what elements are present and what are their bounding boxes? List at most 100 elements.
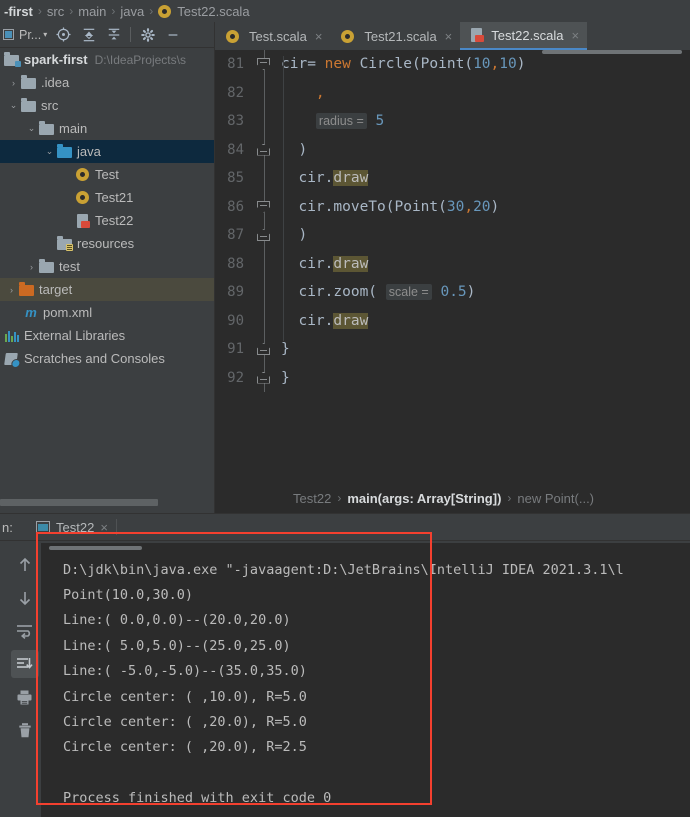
fold-gutter[interactable] (253, 363, 275, 392)
code-token: Circle(Point( (359, 56, 474, 73)
tree-row-test-folder[interactable]: › test (0, 255, 214, 278)
fold-expand-icon[interactable] (257, 229, 270, 241)
fold-collapse-icon[interactable] (257, 58, 270, 70)
code-text: cir.zoom( scale = 0.5) (275, 284, 476, 313)
breadcrumb-expression[interactable]: new Point(...) (517, 491, 594, 506)
fold-expand-icon[interactable] (257, 371, 270, 384)
fold-gutter[interactable] (253, 249, 275, 278)
tree-label: pom.xml (43, 305, 93, 320)
code-line: 86 cir.moveTo(Point(30,20) (215, 192, 690, 228)
fold-gutter[interactable] (253, 278, 275, 307)
run-tab-test22[interactable]: Test22 × (30, 514, 114, 541)
tree-row-external-libraries[interactable]: External Libraries (0, 324, 214, 347)
code-text: } (275, 341, 290, 357)
scratches-icon (4, 351, 20, 367)
fold-collapse-icon[interactable] (257, 200, 270, 213)
project-view-icon (3, 29, 14, 40)
project-horizontal-scrollbar[interactable] (0, 498, 215, 507)
chevron-down-icon[interactable]: ⌄ (6, 100, 21, 111)
chevron-down-icon[interactable]: ⌄ (24, 123, 39, 134)
tree-row-target[interactable]: › target (0, 278, 214, 301)
line-number: 83 (227, 113, 244, 130)
intellij-idea-window: -first › src › main › java › Test22.scal… (0, 0, 690, 817)
tree-row-spark-first[interactable]: spark-first D:\IdeaProjects\s (0, 48, 214, 71)
breadcrumb-segment-project[interactable]: -first (2, 4, 35, 19)
line-number: 86 (227, 198, 244, 215)
hide-panel-icon[interactable] (160, 23, 185, 47)
editor-tab-test-scala[interactable]: Test.scala × (215, 22, 330, 50)
tree-row-pom-xml[interactable]: m pom.xml (0, 301, 214, 324)
project-view-selector[interactable]: Pr... ▾ (3, 28, 47, 42)
clear-all-trash-icon[interactable] (11, 716, 39, 744)
top-breadcrumb-bar: -first › src › main › java › Test22.scal… (0, 0, 690, 22)
fold-gutter[interactable] (253, 335, 275, 364)
print-icon[interactable] (11, 683, 39, 711)
tree-row-scratches-and-consoles[interactable]: Scratches and Consoles (0, 347, 214, 370)
fold-gutter[interactable] (253, 164, 275, 193)
breadcrumb-method[interactable]: main(args: Array[String]) (347, 491, 501, 506)
close-icon[interactable]: × (445, 29, 453, 44)
console-toolbar (8, 546, 41, 813)
fold-gutter[interactable] (253, 50, 275, 79)
fold-gutter[interactable] (253, 107, 275, 136)
fold-gutter[interactable] (253, 78, 275, 107)
tree-row-idea[interactable]: › .idea (0, 71, 214, 94)
tree-row-test-file[interactable]: Test (0, 163, 214, 186)
editor-horizontal-scrollbar[interactable] (542, 50, 682, 54)
code-editor[interactable]: 81 cir= new Circle(Point(10,10) 82 , 83 rad… (215, 50, 690, 483)
breadcrumb-segment-file[interactable]: Test22.scala (175, 4, 251, 19)
fold-gutter[interactable] (253, 192, 275, 221)
tree-row-test22-file[interactable]: Test22 (0, 209, 214, 232)
console-horizontal-scrollbar[interactable] (49, 546, 142, 550)
code-token: ) (466, 284, 476, 301)
fold-expand-icon[interactable] (257, 343, 270, 355)
chevron-right-icon[interactable]: › (24, 262, 39, 272)
code-token: cir= (281, 56, 325, 73)
close-icon[interactable]: × (315, 29, 323, 44)
expand-all-icon[interactable] (76, 23, 101, 47)
project-tree[interactable]: spark-first D:\IdeaProjects\s › .idea ⌄ … (0, 48, 214, 491)
fold-gutter[interactable] (253, 221, 275, 250)
fold-expand-icon[interactable] (257, 143, 270, 156)
close-icon[interactable]: × (572, 28, 580, 43)
chevron-down-icon[interactable]: ⌄ (42, 146, 57, 157)
tree-label: spark-first (24, 52, 88, 67)
breadcrumb-separator-icon: › (69, 4, 74, 18)
folder-icon (39, 259, 55, 275)
breadcrumb-segment-src[interactable]: src (45, 4, 66, 19)
tree-row-resources[interactable]: resources (0, 232, 214, 255)
fold-gutter[interactable] (253, 306, 275, 335)
tree-row-src[interactable]: ⌄ src (0, 94, 214, 117)
settings-gear-icon[interactable] (135, 23, 160, 47)
down-arrow-icon[interactable] (11, 584, 39, 612)
maven-icon: m (25, 304, 37, 320)
console-output-panel[interactable]: D:\jdk\bin\java.exe "-javaagent:D:\JetBr… (41, 543, 690, 817)
code-text: cir= new Circle(Point(10,10) (275, 56, 525, 85)
tree-row-java[interactable]: ⌄ java (0, 140, 214, 163)
breadcrumb-class[interactable]: Test22 (293, 491, 331, 506)
rerun-up-icon[interactable] (11, 551, 39, 579)
scrollbar-thumb[interactable] (0, 499, 158, 506)
editor-tab-test22-scala[interactable]: Test22.scala × (460, 22, 588, 50)
fold-gutter[interactable] (253, 135, 275, 164)
editor-tab-test21-scala[interactable]: Test21.scala × (330, 22, 460, 50)
chevron-right-icon[interactable]: › (6, 78, 21, 88)
line-number: 91 (227, 341, 244, 358)
tree-label: target (39, 282, 73, 297)
code-line: 88 cir.draw (215, 249, 690, 285)
close-icon[interactable]: × (100, 520, 108, 535)
scala-script-file-icon (469, 27, 485, 43)
tree-row-main[interactable]: ⌄ main (0, 117, 214, 140)
tree-row-test21-file[interactable]: Test21 (0, 186, 214, 209)
chevron-right-icon[interactable]: › (4, 285, 19, 295)
scroll-to-end-icon[interactable] (10, 650, 39, 678)
editor-breadcrumb: Test22 › main(args: Array[String]) › new… (215, 483, 690, 513)
line-number: 84 (227, 141, 244, 158)
editor-tab-bar: Test.scala × Test21.scala × Test22.scala… (215, 22, 690, 50)
code-token: 30 (446, 198, 465, 215)
soft-wrap-icon[interactable] (11, 617, 39, 645)
breadcrumb-segment-main[interactable]: main (76, 4, 108, 19)
locate-target-icon[interactable] (51, 23, 76, 47)
collapse-all-icon[interactable] (101, 23, 126, 47)
breadcrumb-segment-java[interactable]: java (118, 4, 146, 19)
